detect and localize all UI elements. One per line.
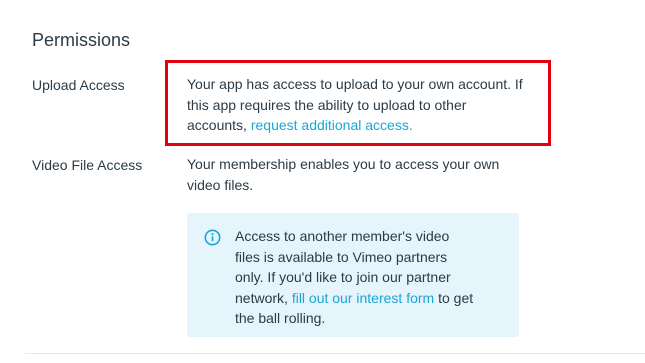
info-circle-icon <box>204 229 221 246</box>
interest-form-link[interactable]: fill out our interest form <box>292 290 434 306</box>
section-divider <box>25 353 645 354</box>
partner-info-text: Access to another member's video files i… <box>235 226 475 329</box>
permissions-panel: Permissions Upload Access Your app has a… <box>0 0 645 363</box>
section-title: Permissions <box>32 30 131 50</box>
upload-access-label: Upload Access <box>32 77 125 93</box>
highlight-annotation-box <box>165 60 551 146</box>
video-file-access-description: Your membership enables you to access yo… <box>187 156 500 193</box>
video-file-access-label: Video File Access <box>32 157 143 173</box>
partner-info-box: Access to another member's video files i… <box>187 213 519 337</box>
